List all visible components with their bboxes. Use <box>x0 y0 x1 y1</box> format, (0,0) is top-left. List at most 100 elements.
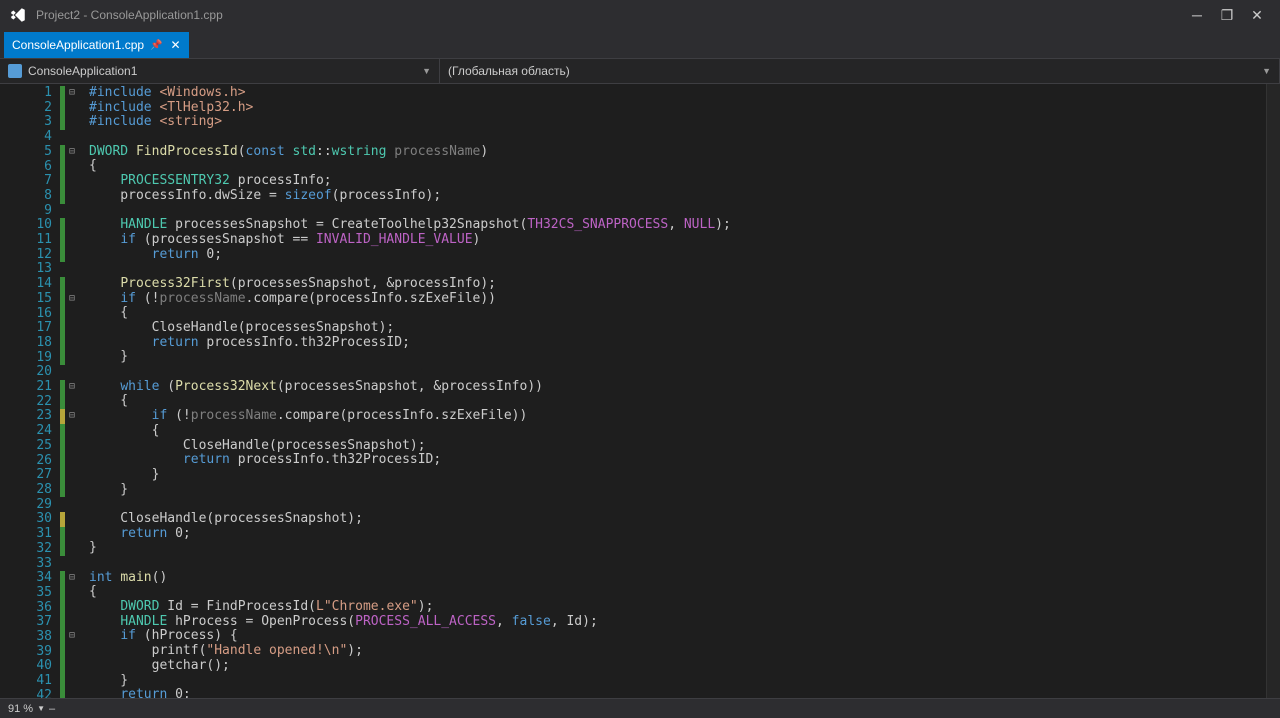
fold-toggle[interactable]: ⊟ <box>65 571 79 586</box>
code-line[interactable] <box>89 130 1266 145</box>
code-line[interactable]: if (!processName.compare(processInfo.szE… <box>89 292 1266 307</box>
fold-toggle <box>65 541 79 556</box>
code-line[interactable]: printf("Handle opened!\n"); <box>89 644 1266 659</box>
code-area[interactable]: #include <Windows.h>#include <TlHelp32.h… <box>79 84 1266 698</box>
code-line[interactable]: HANDLE hProcess = OpenProcess(PROCESS_AL… <box>89 615 1266 630</box>
fold-toggle[interactable]: ⊟ <box>65 629 79 644</box>
code-line[interactable]: #include <TlHelp32.h> <box>89 101 1266 116</box>
titlebar: Project2 - ConsoleApplication1.cpp ─ ❐ ✕ <box>0 0 1280 30</box>
minimize-button[interactable]: ─ <box>1182 5 1212 25</box>
code-line[interactable]: return 0; <box>89 248 1266 263</box>
code-line[interactable] <box>89 556 1266 571</box>
window-controls: ─ ❐ ✕ <box>1182 5 1272 25</box>
line-number: 40 <box>0 659 52 674</box>
vs-logo-icon <box>8 5 28 25</box>
code-line[interactable]: int main() <box>89 571 1266 586</box>
fold-toggle <box>65 321 79 336</box>
scope-selector[interactable]: (Глобальная область) ▼ <box>440 59 1280 83</box>
fold-toggle <box>65 115 79 130</box>
code-line[interactable] <box>89 204 1266 219</box>
code-line[interactable]: { <box>89 306 1266 321</box>
code-line[interactable] <box>89 365 1266 380</box>
scroll-map[interactable] <box>1266 84 1280 698</box>
class-selector-label: ConsoleApplication1 <box>28 64 137 78</box>
zoom-control[interactable]: 91 % ▼ – <box>8 703 55 715</box>
code-line[interactable]: getchar(); <box>89 659 1266 674</box>
code-line[interactable]: #include <string> <box>89 115 1266 130</box>
code-line[interactable]: while (Process32Next(processesSnapshot, … <box>89 380 1266 395</box>
fold-toggle <box>65 101 79 116</box>
code-line[interactable]: CloseHandle(processesSnapshot); <box>89 439 1266 454</box>
fold-toggle <box>65 189 79 204</box>
close-icon[interactable]: ✕ <box>171 38 181 52</box>
code-line[interactable]: processInfo.dwSize = sizeof(processInfo)… <box>89 189 1266 204</box>
fold-toggle <box>65 556 79 571</box>
fold-toggle <box>65 615 79 630</box>
code-line[interactable]: } <box>89 541 1266 556</box>
code-line[interactable]: { <box>89 424 1266 439</box>
code-editor[interactable]: 1234567891011121314151617181920212223242… <box>0 84 1280 698</box>
pin-icon[interactable]: 📌 <box>150 40 162 51</box>
code-line[interactable] <box>89 262 1266 277</box>
code-line[interactable]: Process32First(processesSnapshot, &proce… <box>89 277 1266 292</box>
line-number: 10 <box>0 218 52 233</box>
chevron-down-icon: ▼ <box>422 66 431 76</box>
project-icon <box>8 64 22 78</box>
fold-toggle <box>65 674 79 689</box>
line-number: 16 <box>0 307 52 322</box>
line-number: 27 <box>0 468 52 483</box>
line-number: 39 <box>0 645 52 660</box>
code-line[interactable]: CloseHandle(processesSnapshot); <box>89 512 1266 527</box>
code-line[interactable]: #include <Windows.h> <box>89 86 1266 101</box>
code-line[interactable]: { <box>89 394 1266 409</box>
line-number: 1 <box>0 86 52 101</box>
tab-active[interactable]: ConsoleApplication1.cpp 📌 ✕ <box>4 32 189 58</box>
code-line[interactable]: return processInfo.th32ProcessID; <box>89 453 1266 468</box>
window-title: Project2 - ConsoleApplication1.cpp <box>36 8 223 22</box>
fold-toggle[interactable]: ⊟ <box>65 292 79 307</box>
line-number: 15 <box>0 292 52 307</box>
maximize-button[interactable]: ❐ <box>1212 5 1242 25</box>
code-line[interactable]: } <box>89 350 1266 365</box>
fold-toggle[interactable]: ⊟ <box>65 86 79 101</box>
zoom-dash: – <box>49 703 55 715</box>
code-line[interactable]: } <box>89 468 1266 483</box>
fold-toggle <box>65 130 79 145</box>
code-line[interactable] <box>89 497 1266 512</box>
line-number: 23 <box>0 409 52 424</box>
code-line[interactable]: PROCESSENTRY32 processInfo; <box>89 174 1266 189</box>
line-number: 24 <box>0 424 52 439</box>
fold-toggle <box>65 233 79 248</box>
code-line[interactable]: { <box>89 585 1266 600</box>
code-line[interactable]: } <box>89 483 1266 498</box>
code-line[interactable]: DWORD FindProcessId(const std::wstring p… <box>89 145 1266 160</box>
code-line[interactable]: if (!processName.compare(processInfo.szE… <box>89 409 1266 424</box>
code-line[interactable]: return 0; <box>89 527 1266 542</box>
chevron-down-icon: ▼ <box>1262 66 1271 76</box>
fold-toggle <box>65 512 79 527</box>
line-number-gutter: 1234567891011121314151617181920212223242… <box>0 84 60 698</box>
code-line[interactable]: if (hProcess) { <box>89 629 1266 644</box>
fold-toggle <box>65 218 79 233</box>
line-number: 36 <box>0 601 52 616</box>
code-line[interactable]: return 0; <box>89 688 1266 698</box>
line-number: 18 <box>0 336 52 351</box>
line-number: 4 <box>0 130 52 145</box>
code-line[interactable]: HANDLE processesSnapshot = CreateToolhel… <box>89 218 1266 233</box>
fold-toggle[interactable]: ⊟ <box>65 409 79 424</box>
fold-toggle[interactable]: ⊟ <box>65 380 79 395</box>
close-window-button[interactable]: ✕ <box>1242 5 1272 25</box>
code-line[interactable]: DWORD Id = FindProcessId(L"Chrome.exe"); <box>89 600 1266 615</box>
code-line[interactable]: if (processesSnapshot == INVALID_HANDLE_… <box>89 233 1266 248</box>
code-line[interactable]: return processInfo.th32ProcessID; <box>89 336 1266 351</box>
class-selector[interactable]: ConsoleApplication1 ▼ <box>0 59 440 83</box>
line-number: 25 <box>0 439 52 454</box>
code-line[interactable]: CloseHandle(processesSnapshot); <box>89 321 1266 336</box>
line-number: 17 <box>0 321 52 336</box>
code-line[interactable]: { <box>89 159 1266 174</box>
fold-toggle[interactable]: ⊟ <box>65 145 79 160</box>
fold-toggle <box>65 336 79 351</box>
line-number: 41 <box>0 674 52 689</box>
code-line[interactable]: } <box>89 674 1266 689</box>
status-bar: 91 % ▼ – <box>0 698 1280 718</box>
